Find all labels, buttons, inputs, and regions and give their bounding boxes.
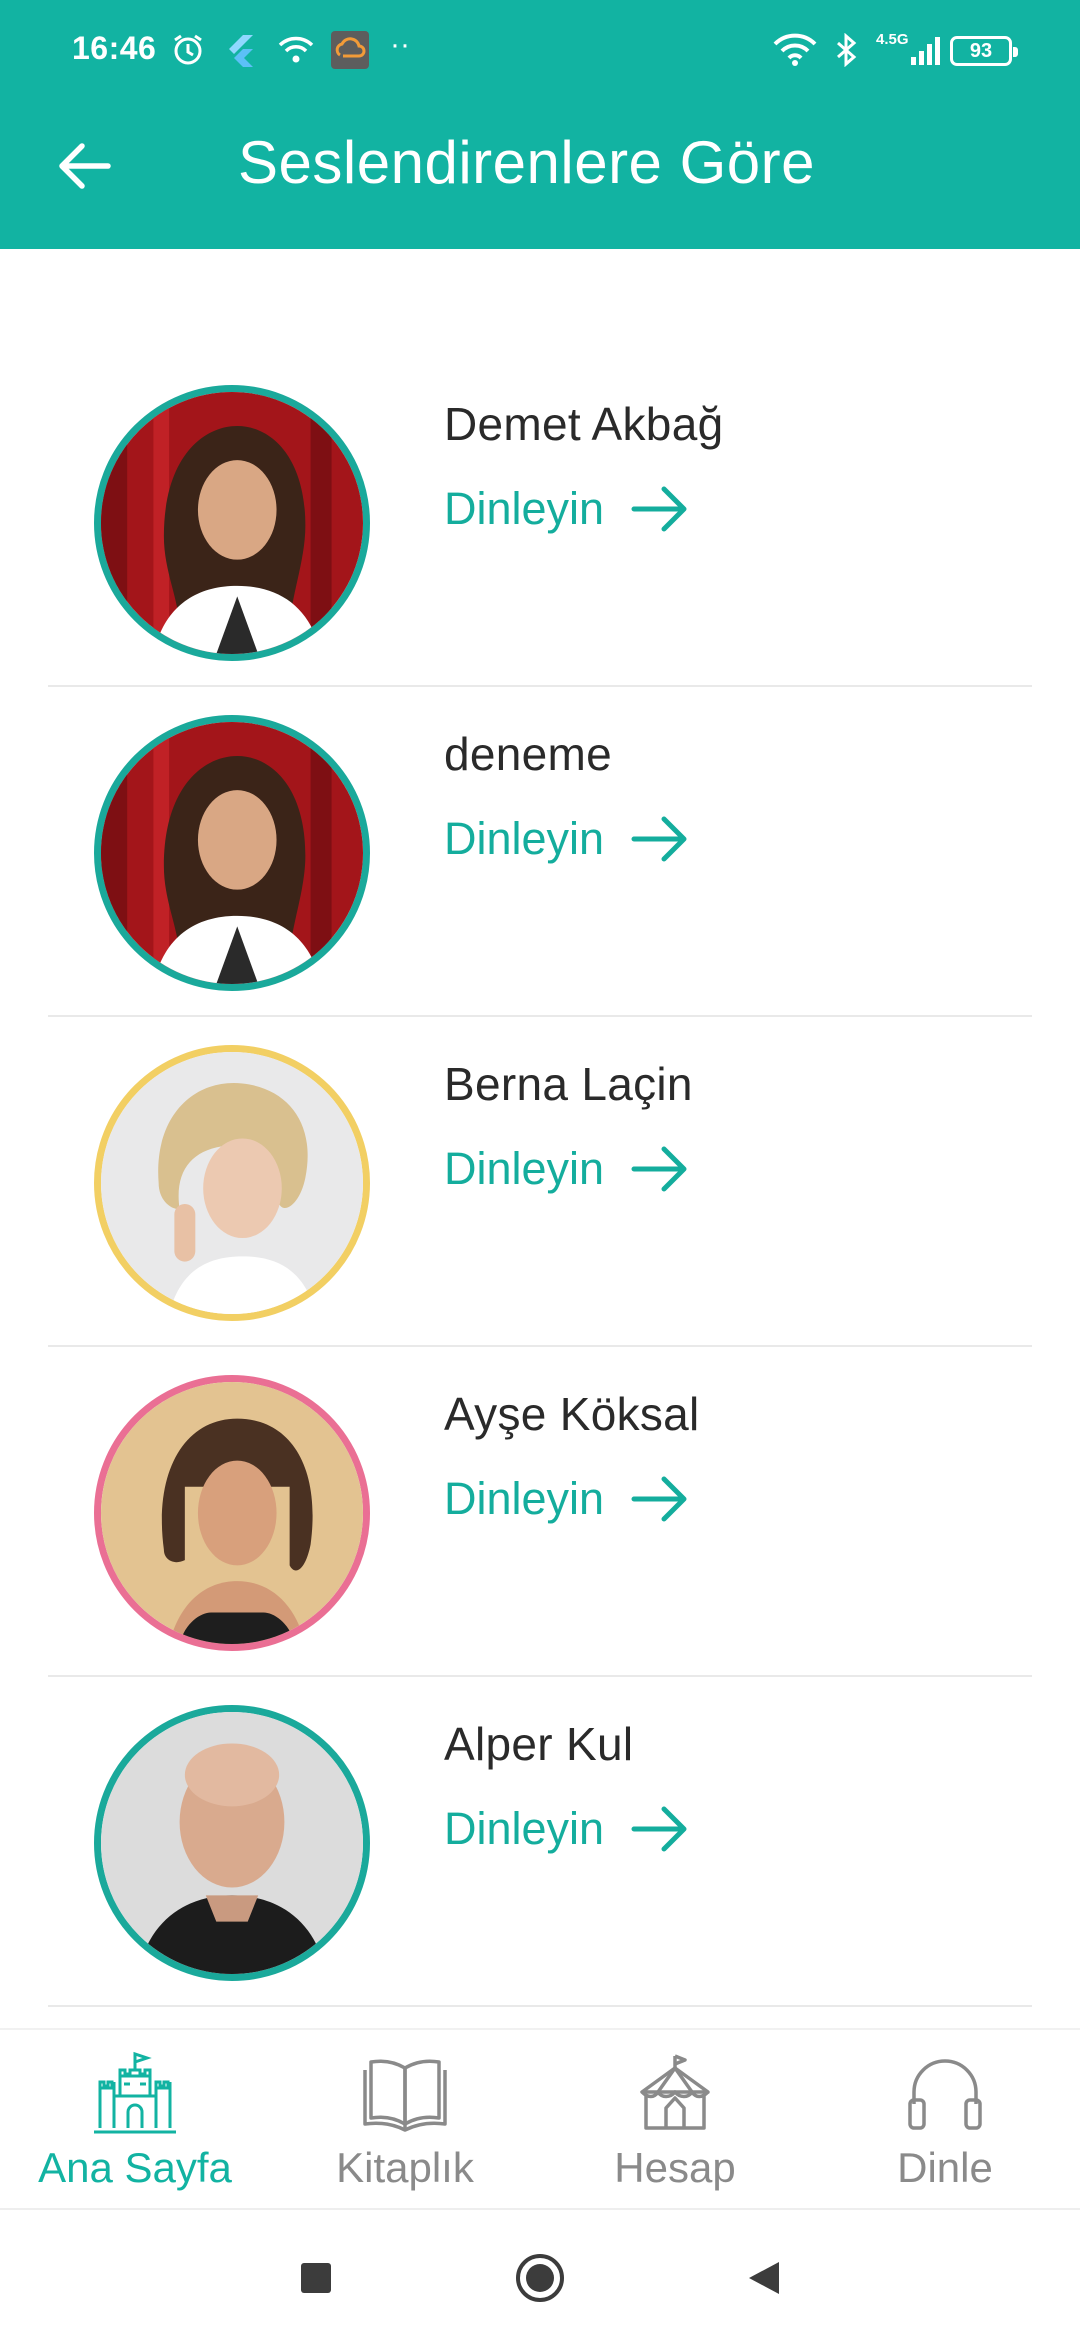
- avatar[interactable]: [94, 385, 370, 661]
- arrow-right-icon: [631, 486, 687, 532]
- nav-item-account[interactable]: Hesap: [550, 2048, 800, 2192]
- listen-link[interactable]: Dinleyin: [444, 1473, 690, 1525]
- flutter-icon: [220, 28, 260, 72]
- narrator-photo: [101, 1052, 363, 1314]
- avatar[interactable]: [94, 1045, 370, 1321]
- avatar[interactable]: [94, 1705, 370, 1981]
- narrator-name: deneme: [444, 728, 613, 780]
- system-navigation-bar: [0, 2212, 1080, 2340]
- wifi-small-icon: [274, 28, 318, 72]
- back-system-button[interactable]: [734, 2248, 794, 2308]
- arrow-right-icon: [631, 816, 687, 862]
- alarm-icon: [168, 28, 208, 72]
- square-icon: [301, 2263, 331, 2293]
- nav-label: Dinle: [897, 2144, 993, 2191]
- status-time: 16:46: [72, 30, 157, 66]
- narrator-photo: [101, 1712, 363, 1974]
- narrator-photo: [101, 1382, 363, 1644]
- narrator-name: Berna Laçin: [444, 1058, 693, 1110]
- narrator-list: Demet Akbağ Dinleyin deneme Dinleyin Ber…: [48, 357, 1032, 2007]
- arrow-right-icon: [631, 1806, 687, 1852]
- recents-button[interactable]: [286, 2248, 346, 2308]
- circle-icon: [516, 2254, 564, 2302]
- book-icon: [363, 2059, 447, 2132]
- list-item[interactable]: Demet Akbağ Dinleyin: [48, 357, 1032, 687]
- home-button[interactable]: [510, 2248, 570, 2308]
- narrator-name: Demet Akbağ: [444, 398, 724, 450]
- app-bar: Seslendirenlere Göre: [0, 100, 1080, 249]
- signal-icon: [908, 28, 944, 72]
- narrator-photo: [101, 722, 363, 984]
- circus-tent-icon: [640, 2054, 710, 2130]
- arrow-right-icon: [631, 1476, 687, 1522]
- nav-item-home[interactable]: Ana Sayfa: [10, 2048, 260, 2192]
- listen-label: Dinleyin: [444, 483, 605, 534]
- page-title: Seslendirenlere Göre: [238, 129, 815, 196]
- headphones-icon: [908, 2059, 982, 2130]
- listen-label: Dinleyin: [444, 1473, 605, 1524]
- arrow-left-icon: [59, 143, 111, 189]
- bottom-navigation: Ana Sayfa Kitaplık Hesap Dinle: [0, 2028, 1080, 2210]
- listen-link[interactable]: Dinleyin: [444, 1803, 690, 1855]
- narrator-name: Alper Kul: [444, 1718, 634, 1770]
- list-item[interactable]: Ayşe Köksal Dinleyin: [48, 1347, 1032, 1677]
- list-item[interactable]: Berna Laçin Dinleyin: [48, 1017, 1032, 1347]
- network-type: 4.5G: [876, 31, 909, 48]
- nav-label: Hesap: [614, 2144, 736, 2191]
- listen-link[interactable]: Dinleyin: [444, 483, 690, 535]
- list-item[interactable]: deneme Dinleyin: [48, 687, 1032, 1017]
- nav-item-listen[interactable]: Dinle: [820, 2048, 1070, 2192]
- listen-label: Dinleyin: [444, 1803, 605, 1854]
- listen-label: Dinleyin: [444, 813, 605, 864]
- arrow-right-icon: [631, 1146, 687, 1192]
- listen-link[interactable]: Dinleyin: [444, 1143, 690, 1195]
- nav-label: Ana Sayfa: [38, 2144, 232, 2191]
- castle-icon: [94, 2051, 176, 2134]
- back-button[interactable]: [44, 126, 124, 206]
- avatar[interactable]: [94, 1375, 370, 1651]
- triangle-back-icon: [749, 2262, 779, 2294]
- narrator-photo: [101, 392, 363, 654]
- nav-label: Kitaplık: [336, 2144, 474, 2191]
- cloud-app-icon: [330, 28, 370, 72]
- nav-item-library[interactable]: Kitaplık: [280, 2048, 530, 2192]
- top-bar: 16:46 ·· 4.5G 93 Seslendirenlere Göre: [0, 0, 1080, 249]
- wifi-icon: [770, 28, 820, 72]
- battery-indicator: 93: [950, 36, 1018, 66]
- status-bar: 16:46 ·· 4.5G 93: [0, 0, 1080, 100]
- listen-label: Dinleyin: [444, 1143, 605, 1194]
- narrator-name: Ayşe Köksal: [444, 1388, 700, 1440]
- avatar[interactable]: [94, 715, 370, 991]
- more-notifications-icon: ··: [390, 28, 410, 61]
- listen-link[interactable]: Dinleyin: [444, 813, 690, 865]
- list-item[interactable]: Alper Kul Dinleyin: [48, 1677, 1032, 2007]
- bluetooth-icon: [830, 28, 864, 72]
